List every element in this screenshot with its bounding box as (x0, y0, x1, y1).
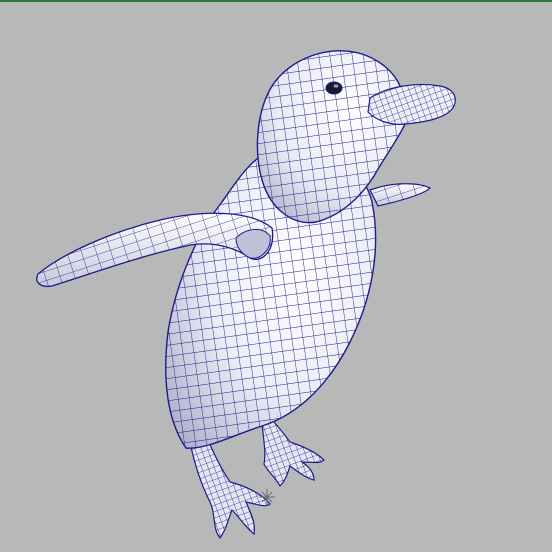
penguin-model[interactable] (0, 2, 552, 552)
3d-viewport[interactable] (0, 0, 552, 552)
right-flipper (369, 183, 432, 207)
right-foot (261, 419, 325, 488)
eye (325, 81, 343, 95)
left-foot (189, 439, 271, 539)
